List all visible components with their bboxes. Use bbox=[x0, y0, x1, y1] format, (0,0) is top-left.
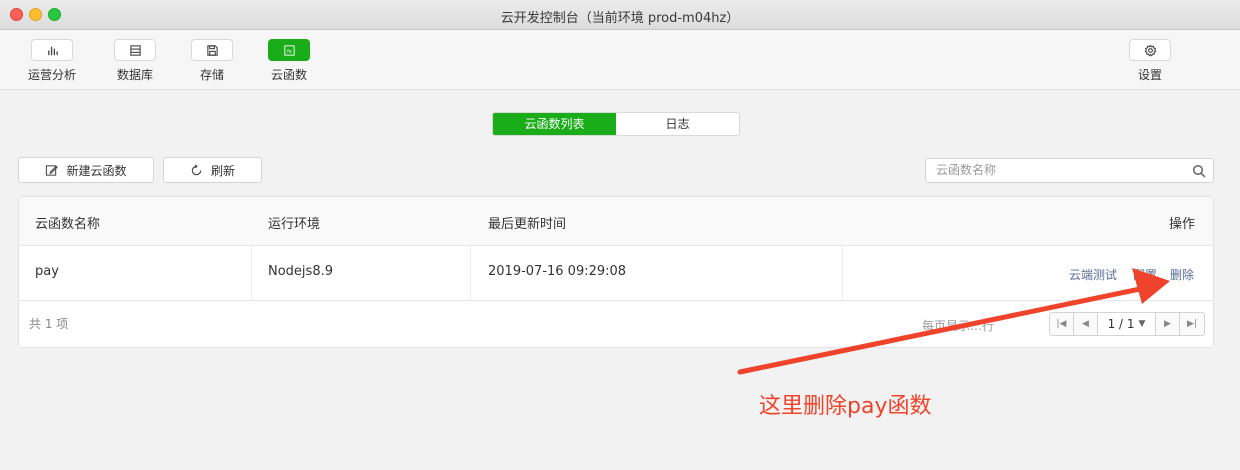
new-function-button[interactable]: 新建云函数 bbox=[18, 157, 154, 183]
search-icon[interactable] bbox=[1192, 164, 1206, 178]
toolbar: 运营分析 数据库 存储 fx 云函数 设置 bbox=[0, 30, 1240, 90]
function-name-cell: pay bbox=[35, 264, 59, 279]
tab-function-list[interactable]: 云函数列表 bbox=[493, 113, 616, 135]
cloud-test-link[interactable]: 云端测试 bbox=[1069, 266, 1117, 283]
pagination: |◀ ◀ 1 / 1 ▼ ▶ ▶| bbox=[1049, 312, 1205, 336]
toolbar-item-label: 运营分析 bbox=[27, 68, 76, 82]
toolbar-item-analytics[interactable]: 运营分析 bbox=[22, 39, 82, 83]
gear-icon bbox=[1129, 39, 1171, 61]
table-header: 云函数名称 运行环境 最后更新时间 操作 bbox=[19, 197, 1213, 246]
toolbar-item-database[interactable]: 数据库 bbox=[105, 39, 165, 83]
tab-logs[interactable]: 日志 bbox=[616, 113, 739, 135]
toolbar-item-label: 云函数 bbox=[270, 68, 307, 82]
save-icon bbox=[191, 39, 233, 61]
last-page-icon: ▶| bbox=[1187, 319, 1197, 329]
toolbar-item-label: 设置 bbox=[1137, 68, 1162, 82]
updated-time-cell: 2019-07-16 09:29:08 bbox=[488, 264, 627, 279]
toolbar-item-label: 数据库 bbox=[116, 68, 153, 82]
prev-page-button[interactable]: ◀ bbox=[1074, 313, 1098, 335]
chevron-down-icon: ▼ bbox=[1138, 319, 1146, 329]
page-select[interactable]: 1 / 1 ▼ bbox=[1098, 313, 1156, 335]
table-row: pay Nodejs8.9 2019-07-16 09:29:08 云端测试 配… bbox=[19, 246, 1213, 301]
page-number: 1 / 1 bbox=[1107, 317, 1135, 331]
next-page-icon: ▶ bbox=[1164, 319, 1171, 329]
runtime-cell: Nodejs8.9 bbox=[268, 264, 333, 279]
per-page-label: 每页显示…行 bbox=[922, 319, 995, 333]
refresh-icon bbox=[191, 163, 202, 175]
delete-link[interactable]: 删除 bbox=[1170, 266, 1194, 283]
search-box bbox=[925, 158, 1214, 183]
prev-page-icon: ◀ bbox=[1082, 319, 1089, 329]
column-header-updated: 最后更新时间 bbox=[488, 217, 567, 232]
annotation-text: 这里删除pay函数 bbox=[759, 394, 932, 419]
toolbar-item-label: 存储 bbox=[199, 68, 224, 82]
svg-text:fx: fx bbox=[287, 48, 292, 54]
config-link[interactable]: 配置 bbox=[1133, 266, 1157, 283]
column-header-actions: 操作 bbox=[1168, 217, 1195, 232]
bar-chart-icon bbox=[31, 39, 73, 61]
refresh-label: 刷新 bbox=[210, 163, 235, 178]
function-table: 云函数名称 运行环境 最后更新时间 操作 pay Nodejs8.9 2019-… bbox=[18, 196, 1214, 348]
last-page-button[interactable]: ▶| bbox=[1180, 313, 1204, 335]
column-header-runtime: 运行环境 bbox=[268, 217, 321, 232]
toolbar-item-cloud-functions[interactable]: fx 云函数 bbox=[259, 39, 319, 83]
function-icon: fx bbox=[268, 39, 310, 61]
first-page-icon: |◀ bbox=[1056, 319, 1067, 329]
view-tabs: 云函数列表 日志 bbox=[492, 112, 740, 136]
refresh-button[interactable]: 刷新 bbox=[163, 157, 262, 183]
column-header-name: 云函数名称 bbox=[35, 217, 101, 232]
first-page-button[interactable]: |◀ bbox=[1050, 313, 1074, 335]
next-page-button[interactable]: ▶ bbox=[1156, 313, 1180, 335]
search-input[interactable] bbox=[936, 163, 1176, 177]
toolbar-item-storage[interactable]: 存储 bbox=[182, 39, 242, 83]
database-icon bbox=[114, 39, 156, 61]
edit-icon bbox=[46, 164, 59, 176]
toolbar-item-settings[interactable]: 设置 bbox=[1120, 39, 1180, 83]
title-bar: 云开发控制台（当前环境 prod-m04hz） bbox=[0, 0, 1240, 30]
window-title: 云开发控制台（当前环境 prod-m04hz） bbox=[500, 11, 740, 26]
total-count: 共 1 项 bbox=[29, 317, 69, 331]
new-function-label: 新建云函数 bbox=[66, 163, 127, 178]
